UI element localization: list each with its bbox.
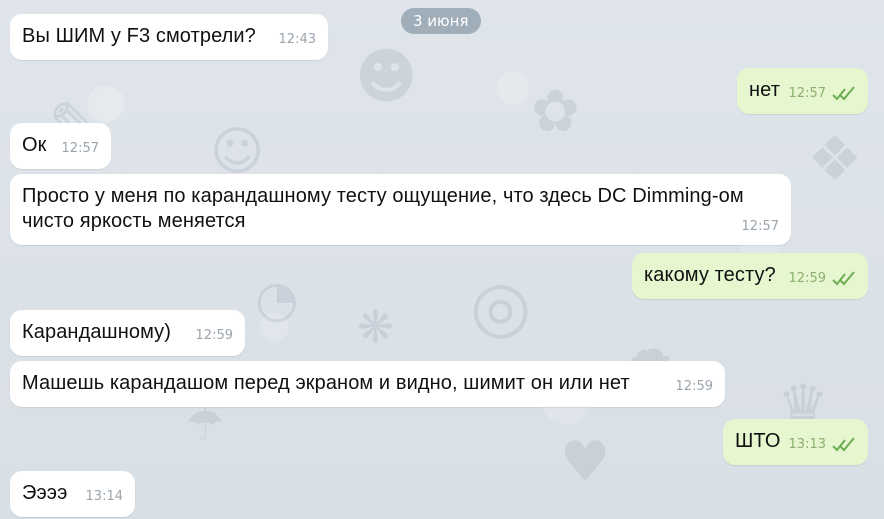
message-time: 12:57 (741, 219, 779, 234)
date-badge: 3 июня (401, 8, 481, 34)
chat-message[interactable]: Машешь карандашом перед экраном и видно,… (10, 361, 725, 407)
message-text: Ээээ (22, 482, 68, 504)
double-check-icon (832, 270, 855, 285)
message-meta: 12:59 (196, 323, 233, 348)
message-text: ШТО (735, 430, 781, 452)
message-time: 13:13 (788, 437, 826, 452)
message-text: Машешь карандашом перед экраном и видно,… (22, 372, 630, 394)
chat-message[interactable]: Вы ШИМ у F3 смотрели? 12:43 (10, 14, 328, 60)
message-meta: 13:13 (789, 432, 856, 457)
message-meta: 13:14 (86, 484, 123, 509)
chat-message[interactable]: ШТО 13:13 (723, 419, 868, 465)
message-time: 12:59 (788, 271, 826, 286)
message-meta: 12:59 (676, 374, 713, 399)
chat-message[interactable]: какому тесту? 12:59 (632, 253, 868, 299)
message-text: какому тесту? (644, 264, 776, 286)
message-text: Просто у меня по карандашному тесту ощущ… (22, 185, 744, 232)
double-check-icon (832, 436, 855, 451)
chat-message[interactable]: Ок 12:57 (10, 123, 111, 169)
message-text: Карандашному) (22, 321, 172, 343)
message-time: 12:59 (675, 379, 713, 394)
message-meta: 12:43 (279, 27, 316, 52)
message-meta: 12:57 (742, 214, 779, 239)
message-time: 12:57 (788, 86, 826, 101)
message-time: 12:59 (195, 328, 233, 343)
message-text: нет (749, 79, 780, 101)
chat-message[interactable]: нет 12:57 (737, 68, 868, 114)
message-time: 13:14 (85, 489, 123, 504)
chat-message[interactable]: Просто у меня по карандашному тесту ощущ… (10, 174, 791, 245)
message-time: 12:43 (278, 32, 316, 47)
double-check-icon (832, 85, 855, 100)
message-time: 12:57 (61, 141, 99, 156)
message-meta: 12:59 (789, 266, 856, 291)
message-meta: 12:57 (62, 136, 99, 161)
chat-message[interactable]: Карандашному) 12:59 (10, 310, 245, 356)
chat-message[interactable]: Ээээ 13:14 (10, 471, 135, 517)
message-text: Ок (22, 134, 47, 156)
message-text: Вы ШИМ у F3 смотрели? (22, 25, 256, 47)
message-meta: 12:57 (789, 81, 856, 106)
